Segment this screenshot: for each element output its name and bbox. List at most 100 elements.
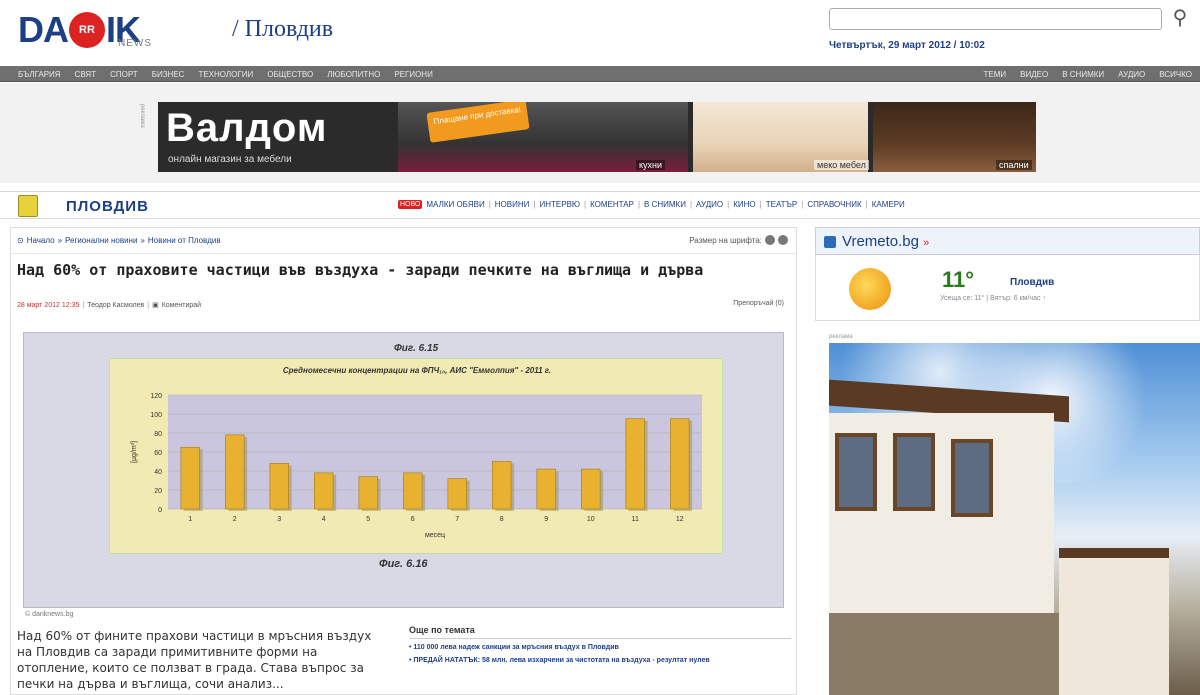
- nav-item-6[interactable]: ОБЩЕСТВО: [267, 70, 313, 79]
- recommend-link[interactable]: Препоръчай (0): [733, 300, 784, 307]
- sidebar: Vremeto.bg » 11° Пловдив Усеща се: 11° |…: [815, 227, 1200, 695]
- weather-city[interactable]: Пловдив: [1010, 277, 1054, 288]
- chart-frame: Средномесечни концентрации на ФПЧ₁₀, АИС…: [109, 358, 723, 554]
- section-menu-item[interactable]: ИНТЕРВЮ: [539, 200, 580, 209]
- x-tick-label: 5: [366, 516, 370, 523]
- vremeto-brand[interactable]: Vremeto.bg »: [842, 233, 929, 250]
- bar-month-9: [536, 468, 556, 510]
- breadcrumb-row: ⊙ Начало» Регионални новини» Новини от Пло…: [11, 228, 796, 254]
- section-menu-item[interactable]: КИНО: [733, 200, 755, 209]
- related-articles: Още по темата • 110 000 лева надеж санкц…: [409, 625, 791, 669]
- font-decrease-icon[interactable]: [765, 235, 775, 245]
- bar-month-4: [314, 472, 334, 510]
- related-item[interactable]: • ПРЕДАЙ НАТАТЪК: 58 млн. лева изхарчени…: [409, 656, 791, 665]
- current-datetime: Четвъртък, 29 март 2012 / 10:02: [829, 40, 985, 51]
- sidebar-house-photo[interactable]: [829, 343, 1200, 695]
- article-date: 28 март 2012 12:35: [17, 301, 80, 309]
- menu-separator: |: [637, 200, 641, 209]
- ad-caption-bedrooms: спални: [996, 160, 1032, 170]
- nav-item-1[interactable]: БЪЛГАРИЯ: [18, 70, 61, 79]
- nav-right-item-3[interactable]: В СНИМКИ: [1062, 70, 1104, 79]
- bar-month-8: [492, 461, 512, 510]
- plovdiv-crest-icon: [18, 195, 38, 217]
- ad-logo: Валдом: [166, 106, 328, 150]
- photo-second-house: [1059, 548, 1169, 695]
- menu-separator: |: [533, 200, 536, 209]
- section-menu-item[interactable]: НОВИНИ: [495, 200, 530, 209]
- nav-right-item-2[interactable]: ВИДЕО: [1020, 70, 1048, 79]
- search-input[interactable]: [829, 8, 1162, 30]
- nav-item-7[interactable]: ЛЮБОПИТНО: [327, 70, 380, 79]
- section-menu-item[interactable]: ТЕАТЪР: [766, 200, 798, 209]
- ad-label: реклама: [139, 104, 145, 128]
- comment-link[interactable]: Коментирай: [162, 302, 201, 309]
- ad-tagline: онлайн магазин за мебели: [168, 154, 292, 165]
- bar-month-5: [358, 476, 378, 510]
- menu-separator: |: [801, 200, 804, 209]
- nav-item-3[interactable]: СПОРТ: [110, 70, 138, 79]
- page-city-title[interactable]: / Пловдив: [232, 16, 333, 43]
- photo-stone-base: [829, 613, 1069, 695]
- nav-item-5[interactable]: ТЕХНОЛОГИИ: [198, 70, 253, 79]
- section-menu-item[interactable]: АУДИО: [696, 200, 723, 209]
- article-column: ⊙ Начало» Регионални новини» Новини от Пло…: [10, 227, 797, 695]
- photo-credit: © dariknews.bg: [25, 611, 74, 618]
- temperature: 11°: [942, 267, 975, 292]
- breadcrumb: ⊙ Начало» Регионални новини» Новини от Пло…: [17, 236, 221, 245]
- x-tick-label: 6: [411, 516, 415, 523]
- nav-item-8[interactable]: РЕГИОНИ: [394, 70, 433, 79]
- y-tick-label: 40: [154, 469, 162, 476]
- y-tick-label: 20: [154, 488, 162, 495]
- article-author[interactable]: Теодор Касмолев: [87, 302, 144, 309]
- bar-month-2: [225, 434, 245, 510]
- related-item[interactable]: • 110 000 лева надеж санкции за мръсния …: [409, 643, 791, 652]
- section-menu-item[interactable]: СПРАВОЧНИК: [807, 200, 861, 209]
- nav-right-item-1[interactable]: ТЕМИ: [984, 70, 1007, 79]
- y-tick-label: 100: [150, 412, 162, 419]
- y-tick-label: 120: [150, 393, 162, 400]
- x-tick-label: 2: [233, 516, 237, 523]
- section-menu-item[interactable]: МАЛКИ ОБЯВИ: [426, 200, 484, 209]
- bar-month-11: [625, 418, 645, 510]
- font-increase-icon[interactable]: [778, 235, 788, 245]
- figure-caption-top: Фиг. 6.15: [394, 343, 439, 354]
- breadcrumb-item[interactable]: Регионални новини: [65, 236, 137, 245]
- y-tick-label: 0: [158, 507, 162, 514]
- section-menu-item[interactable]: КАМЕРИ: [872, 200, 905, 209]
- section-menu-item[interactable]: КОМЕНТАР: [590, 200, 634, 209]
- x-tick-label: 9: [544, 516, 548, 523]
- y-axis-label: [µg/m³]: [131, 441, 138, 463]
- article-figure: Фиг. 6.15 Средномесечни концентрации на …: [23, 332, 784, 608]
- nav-item-4[interactable]: БИЗНЕС: [152, 70, 185, 79]
- menu-separator: |: [689, 200, 693, 209]
- ad-caption-soft-furniture: меко мебел: [814, 160, 869, 170]
- menu-separator: |: [584, 200, 587, 209]
- related-title: Още по темата: [409, 625, 791, 639]
- bar-month-10: [581, 468, 601, 510]
- comment-icon[interactable]: ▣: [152, 301, 159, 309]
- y-tick-label: 60: [154, 450, 162, 457]
- search-icon[interactable]: ⚲: [1168, 6, 1192, 30]
- section-bar: ПЛОВДИВ НОВО МАЛКИ ОБЯВИ | НОВИНИ | ИНТЕРВЮ |…: [0, 191, 1200, 219]
- ad-caption-kitchens: кухни: [636, 160, 666, 170]
- vremeto-arrow: »: [923, 237, 930, 249]
- section-menu-item[interactable]: В СНИМКИ: [644, 200, 686, 209]
- nav-item-2[interactable]: СВЯТ: [75, 70, 97, 79]
- nav-right-item-4[interactable]: АУДИО: [1118, 70, 1145, 79]
- logo-da-text: DA: [18, 9, 69, 50]
- valdom-ad-banner[interactable]: Валдом онлайн магазин за мебели Плащане …: [158, 102, 1036, 172]
- figure-caption-bottom: Фиг. 6.16: [379, 558, 428, 570]
- weather-widget: 11° Пловдив Усеща се: 11° | Вятър: 6 км/…: [815, 255, 1200, 321]
- breadcrumb-item[interactable]: Новини от Пловдив: [148, 236, 221, 245]
- photo-window: [835, 433, 877, 511]
- new-badge: НОВО: [398, 200, 423, 209]
- article-body: Над 60% от фините прахови частици в мръс…: [17, 629, 372, 691]
- x-tick-label: 12: [676, 516, 684, 523]
- section-title[interactable]: ПЛОВДИВ: [66, 198, 149, 215]
- home-icon[interactable]: ⊙: [17, 236, 24, 245]
- weather-header[interactable]: Vremeto.bg »: [815, 227, 1200, 255]
- main-navigation: БЪЛГАРИЯ СВЯТ СПОРТ БИЗНЕС ТЕХНОЛОГИИ ОБЩЕСТВ…: [0, 66, 1200, 82]
- x-axis-label: месец: [425, 532, 445, 539]
- nav-right-item-5[interactable]: ВСИЧКО: [1159, 70, 1192, 79]
- breadcrumb-item[interactable]: Начало: [27, 236, 55, 245]
